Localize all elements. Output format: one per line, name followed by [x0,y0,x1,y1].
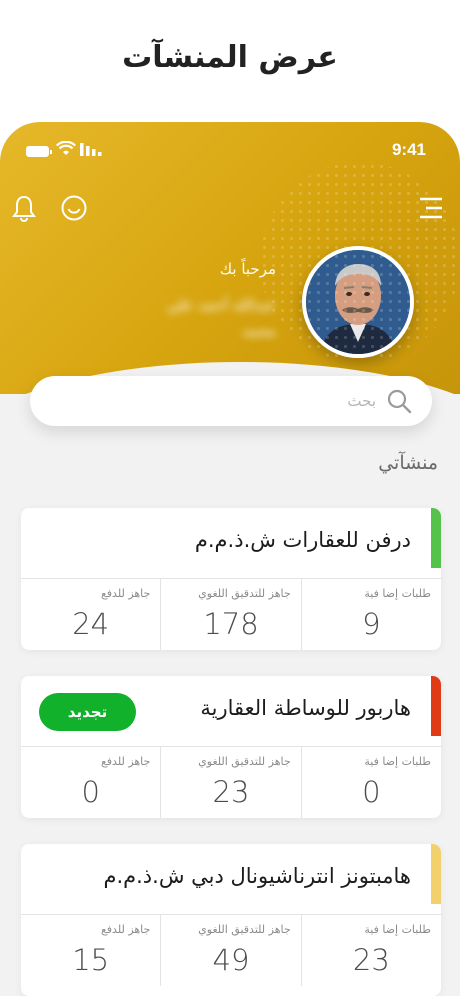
stat-value: 9 [362,607,381,641]
stat-ready-for-payment[interactable]: جاهز للدفع 24 [21,579,160,650]
stat-value: 24 [72,607,110,641]
stat-value: 15 [72,943,110,977]
stat-value: 178 [203,607,259,641]
stat-label: جاهز للتدقيق اللغوي [198,587,291,600]
status-indicator [431,508,441,568]
facility-card[interactable]: درفن للعقارات ش.ذ.م.م طلبات إضا فية 9 جا… [21,508,441,650]
stat-label: طلبات إضا فية [364,923,431,936]
facility-stats: طلبات إضا فية 0 جاهز للتدقيق اللغوي 23 ج… [21,746,441,818]
stat-value: 0 [81,775,100,809]
stat-value: 23 [352,943,390,977]
avatar[interactable] [302,246,414,358]
status-indicator [431,676,441,736]
status-indicator [431,844,441,904]
facility-card[interactable]: هاربور للوساطة العقارية تجديد طلبات إضا … [21,676,441,818]
stat-label: طلبات إضا فية [364,587,431,600]
signal-icon [80,143,102,156]
status-bar: 9:41 [0,138,460,166]
facility-card[interactable]: هامبتونز انترناشيونال دبي ش.ذ.م.م طلبات … [21,844,441,996]
search-icon [387,389,412,414]
page-title: عرض المنشآت [122,40,338,75]
stat-label: جاهز للدفع [100,923,151,936]
renew-button[interactable]: تجديد [39,693,136,731]
stat-label: جاهز للدفع [100,587,151,600]
menu-icon[interactable] [416,196,444,220]
smile-icon[interactable] [60,194,88,222]
facility-stats: طلبات إضا فية 23 جاهز للتدقيق اللغوي 49 … [21,914,441,986]
stat-ready-for-proofreading[interactable]: جاهز للتدقيق اللغوي 23 [160,747,300,818]
avatar-portrait [306,250,410,354]
stat-label: جاهز للتدقيق اللغوي [198,755,291,768]
facility-name: هامبتونز انترناشيونال دبي ش.ذ.م.م [103,864,411,888]
stat-additional-requests[interactable]: طلبات إضا فية 23 [300,915,441,986]
stat-ready-for-proofreading[interactable]: جاهز للتدقيق اللغوي 49 [160,915,300,986]
stat-value: 0 [362,775,381,809]
status-time: 9:41 [391,140,426,159]
search-box[interactable] [30,376,432,426]
battery-icon [26,146,52,157]
stat-label: جاهز للدفع [100,755,151,768]
stat-ready-for-proofreading[interactable]: جاهز للتدقيق اللغوي 178 [160,579,300,650]
facility-stats: طلبات إضا فية 9 جاهز للتدقيق اللغوي 178 … [21,578,441,650]
stat-label: جاهز للتدقيق اللغوي [198,923,291,936]
stat-value: 49 [212,943,250,977]
stat-label: طلبات إضا فية [364,755,431,768]
facility-name: درفن للعقارات ش.ذ.م.م [194,528,411,552]
bell-icon[interactable] [12,194,36,222]
search-input[interactable] [76,376,376,426]
stat-ready-for-payment[interactable]: جاهز للدفع 15 [21,915,160,986]
stat-additional-requests[interactable]: طلبات إضا فية 9 [300,579,441,650]
welcome-text: مرحباً بك [219,260,276,278]
stat-ready-for-payment[interactable]: جاهز للدفع 0 [21,747,160,818]
stat-additional-requests[interactable]: طلبات إضا فية 0 [300,747,441,818]
user-name: عبدالله أحمد علي محمد [166,296,276,340]
section-title: منشآتي [378,452,438,474]
phone-screen: 9:41 مرحباً بك عبدالله أحمد علي محمد بحث… [0,122,460,996]
stat-value: 23 [212,775,250,809]
header-banner: 9:41 مرحباً بك عبدالله أحمد علي محمد [0,122,460,394]
facility-name: هاربور للوساطة العقارية [200,696,411,720]
wifi-icon [56,141,76,155]
